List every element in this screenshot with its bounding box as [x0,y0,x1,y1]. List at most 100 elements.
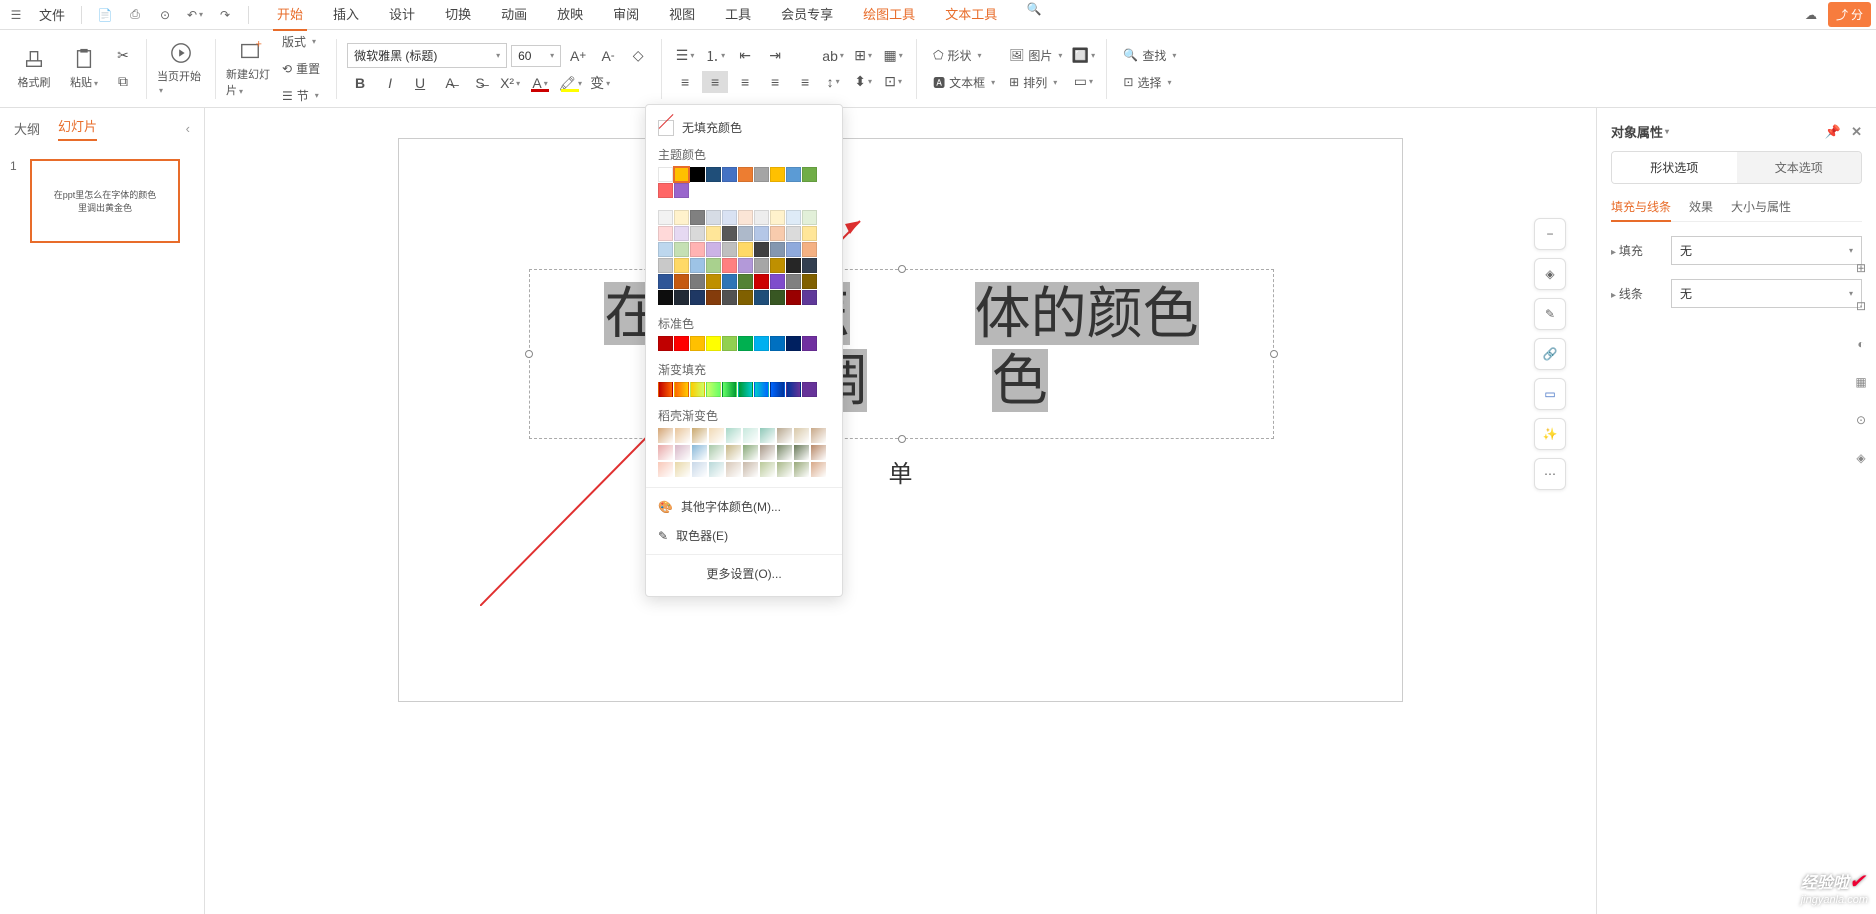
gradient-swatch[interactable] [726,445,741,460]
color-swatch[interactable] [722,226,737,241]
gradient-swatch[interactable] [738,382,753,397]
color-swatch[interactable] [770,226,785,241]
color-swatch[interactable] [802,336,817,351]
gradient-swatch[interactable] [777,428,792,443]
color-swatch[interactable] [770,242,785,257]
link-button[interactable]: 🔗 [1534,338,1566,370]
color-swatch[interactable] [674,290,689,305]
color-swatch[interactable] [674,258,689,273]
gradient-swatch[interactable] [674,382,689,397]
align-left-button[interactable]: ≡ [672,71,698,93]
bold-button[interactable]: B [347,72,373,94]
numbering-button[interactable]: ⒈▾ [702,45,728,67]
search-icon[interactable]: 🔍 [1023,0,1045,20]
align-center-button[interactable]: ≡ [702,71,728,93]
gradient-swatch[interactable] [802,382,817,397]
color-swatch[interactable] [786,336,801,351]
shape-outline-button[interactable]: ▭▾ [1070,71,1096,93]
decrease-indent-button[interactable]: ⇤ [732,45,758,67]
handle-right[interactable] [1270,350,1278,358]
save-icon[interactable]: 📄 [94,4,116,26]
color-swatch[interactable] [786,290,801,305]
gradient-swatch[interactable] [726,462,741,477]
color-swatch[interactable] [674,210,689,225]
gradient-swatch[interactable] [743,428,758,443]
gradient-swatch[interactable] [658,382,673,397]
color-swatch[interactable] [706,210,721,225]
gradient-swatch[interactable] [658,462,673,477]
gradient-swatch[interactable] [743,445,758,460]
pin-icon[interactable]: 📌 [1825,124,1841,140]
color-swatch[interactable] [690,210,705,225]
columns-button[interactable]: ▦▾ [880,45,906,67]
align-justify-button[interactable]: ≡ [762,71,788,93]
color-swatch[interactable] [690,290,705,305]
reset-button[interactable]: ⟲ 重置 [276,57,326,80]
magic-button[interactable]: ✨ [1534,418,1566,450]
eyedropper-row[interactable]: ✎ 取色器(E) [646,521,842,550]
gradient-swatch[interactable] [692,428,707,443]
align-right-button[interactable]: ≡ [732,71,758,93]
gradient-swatch[interactable] [794,428,809,443]
color-swatch[interactable] [706,274,721,289]
arrange-button[interactable]: ⊞ 排列▾ [1003,71,1068,94]
select-button[interactable]: ⊡ 选择▾ [1117,71,1182,94]
color-swatch[interactable] [754,290,769,305]
color-swatch[interactable] [706,258,721,273]
gradient-swatch[interactable] [770,382,785,397]
color-swatch[interactable] [674,167,689,182]
font-color-button[interactable]: A▾ [527,72,553,94]
gradient-swatch[interactable] [709,428,724,443]
undo-icon[interactable]: ↶▾ [184,4,206,26]
color-swatch[interactable] [674,336,689,351]
handle-left[interactable] [525,350,533,358]
collapse-icon[interactable]: ‹ [186,121,190,136]
strikethrough-button[interactable]: A̶ [437,72,463,94]
color-swatch[interactable] [738,290,753,305]
gradient-swatch[interactable] [794,445,809,460]
tab-review[interactable]: 审阅 [609,0,643,31]
color-swatch[interactable] [786,167,801,182]
tab-view[interactable]: 视图 [665,0,699,31]
italic-button[interactable]: I [377,72,403,94]
color-swatch[interactable] [754,274,769,289]
tab-animation[interactable]: 动画 [497,0,531,31]
color-swatch[interactable] [770,210,785,225]
gradient-swatch[interactable] [760,445,775,460]
color-swatch[interactable] [690,336,705,351]
color-swatch[interactable] [658,167,673,182]
menu-icon[interactable]: ☰ [5,4,27,26]
color-swatch[interactable] [738,336,753,351]
handle-top[interactable] [898,265,906,273]
sidetool-1[interactable]: ⊞ [1851,258,1871,278]
color-swatch[interactable] [786,210,801,225]
eyedropper-button[interactable]: ✎ [1534,298,1566,330]
color-swatch[interactable] [770,290,785,305]
color-swatch[interactable] [706,336,721,351]
tab-slideshow[interactable]: 放映 [553,0,587,31]
shape-fill-button[interactable]: 🔲▾ [1070,45,1096,67]
title-textbox[interactable]: 在ppt里怎 体的颜色 里调 色 [529,269,1274,439]
share-button[interactable]: ⤴ 分 [1828,2,1871,27]
handle-bottom[interactable] [898,435,906,443]
tab-design[interactable]: 设计 [385,0,419,31]
fill-line-subtab[interactable]: 填充与线条 [1611,198,1671,222]
gradient-swatch[interactable] [709,462,724,477]
text-direction-button[interactable]: ab▾ [820,45,846,67]
cloud-icon[interactable]: ☁ [1800,4,1822,26]
more-button[interactable]: ⋯ [1534,458,1566,490]
gradient-swatch[interactable] [675,445,690,460]
para-spacing-button[interactable]: ⬍▾ [850,71,876,93]
redo-icon[interactable]: ↷ [214,4,236,26]
color-swatch[interactable] [674,226,689,241]
shape-options-tab[interactable]: 形状选项 [1612,152,1737,183]
color-swatch[interactable] [754,242,769,257]
find-button[interactable]: 🔍 查找▾ [1117,44,1182,67]
align-dist-button[interactable]: ≡ [792,71,818,93]
sidetool-4[interactable]: ▦ [1851,372,1871,392]
preview-icon[interactable]: ⊙ [154,4,176,26]
convert-smartart-button[interactable]: ⊡▾ [880,71,906,93]
sidetool-3[interactable]: ◐ [1851,334,1871,354]
gradient-swatch[interactable] [786,382,801,397]
gradient-swatch[interactable] [811,428,826,443]
